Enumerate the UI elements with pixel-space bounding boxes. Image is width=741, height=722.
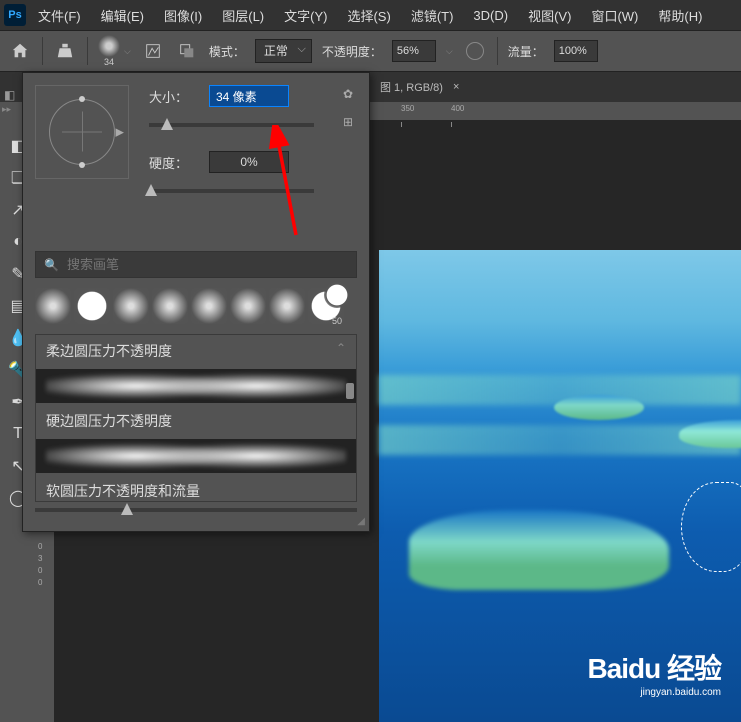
brush-dot-icon [98, 35, 120, 57]
mode-label: 模式： [209, 43, 245, 60]
opacity-input[interactable] [392, 40, 436, 62]
brush-preset[interactable] [152, 288, 188, 324]
hardness-slider[interactable] [149, 189, 314, 193]
document-tab[interactable]: 图 1, RGB/8) × [370, 73, 469, 101]
menu-select[interactable]: 选择(S) [339, 2, 398, 29]
thumbnail-size-slider[interactable] [35, 508, 357, 512]
chevron-down-icon[interactable]: ⌵ [124, 46, 131, 57]
watermark-url: jingyan.baidu.com [587, 687, 721, 698]
brush-preset[interactable] [269, 288, 305, 324]
menu-edit[interactable]: 编辑(E) [93, 2, 152, 29]
menu-filter[interactable]: 滤镜(T) [403, 2, 462, 29]
mode-select[interactable]: 正常 [255, 39, 312, 63]
menu-text[interactable]: 文字(Y) [276, 2, 335, 29]
watermark: Baidu 经验 jingyan.baidu.com [587, 647, 721, 698]
pressure-opacity-icon[interactable] [463, 39, 487, 63]
brush-preset[interactable] [191, 288, 227, 324]
divider [42, 37, 43, 65]
menu-layer[interactable]: 图层(L) [214, 2, 272, 29]
menu-view[interactable]: 视图(V) [520, 2, 579, 29]
home-icon[interactable] [8, 39, 32, 63]
brush-preset[interactable] [113, 288, 149, 324]
divider [497, 37, 498, 65]
menu-window[interactable]: 窗口(W) [583, 2, 646, 29]
menu-image[interactable]: 图像(I) [156, 2, 210, 29]
clone-source-icon[interactable] [175, 39, 199, 63]
menubar: Ps 文件(F) 编辑(E) 图像(I) 图层(L) 文字(Y) 选择(S) 滤… [0, 0, 741, 30]
brush-preset-50[interactable]: 50 [308, 288, 344, 324]
brush-search[interactable]: 🔍 [35, 251, 357, 278]
brush-preset[interactable] [74, 288, 110, 324]
canvas-image: Baidu 经验 jingyan.baidu.com [379, 250, 741, 722]
brush-preset[interactable] [35, 288, 71, 324]
resize-handle[interactable]: ◢ [357, 516, 365, 527]
flow-label: 流量： [508, 43, 544, 60]
size-slider[interactable] [149, 123, 314, 127]
menu-help[interactable]: 帮助(H) [650, 2, 710, 29]
doctab-label: 图 1, RGB/8) [380, 79, 443, 95]
brush-list[interactable]: 柔边圆压力不透明度 ⌃ 硬边圆压力不透明度 软圆压力不透明度和流量 [35, 334, 357, 502]
close-icon[interactable]: × [453, 81, 459, 93]
watermark-logo: Baidu 经验 [587, 647, 721, 687]
collapsed-panel-icons: ◧ [4, 88, 22, 106]
stroke-preview [36, 439, 356, 473]
brush-presets-row: 50 [35, 288, 357, 324]
gear-icon[interactable]: ✿ [339, 85, 357, 103]
chevron-up-icon[interactable]: ⌃ [336, 341, 346, 355]
optionsbar: 34 ⌵ 模式： 正常 不透明度： ⌵ 流量： [0, 30, 741, 72]
size-label: 大小： [149, 87, 191, 106]
brush-list-item[interactable]: 硬边圆压力不透明度 [36, 405, 356, 437]
brush-list-item[interactable]: 柔边圆压力不透明度 ⌃ [36, 335, 356, 367]
hardness-label: 硬度： [149, 153, 191, 172]
brush-panel-icon[interactable] [141, 39, 165, 63]
brush-angle-picker[interactable]: ▶ [35, 85, 129, 179]
search-input[interactable] [67, 257, 348, 272]
stroke-preview [36, 369, 356, 403]
search-icon: 🔍 [44, 258, 59, 272]
size-input[interactable] [209, 85, 289, 107]
chevron-down-icon[interactable]: ⌵ [446, 46, 453, 57]
hardness-input[interactable] [209, 151, 289, 173]
scrollbar[interactable] [346, 383, 354, 399]
new-preset-icon[interactable]: ⊞ [339, 113, 357, 131]
brush-size-label: 34 [104, 57, 114, 67]
island [554, 395, 644, 420]
flow-input[interactable] [554, 40, 598, 62]
opacity-label: 不透明度： [322, 43, 382, 60]
brush-picker-panel: ▶ 大小： 硬度： ✿ ⊞ 🔍 50 [22, 72, 370, 532]
menu-file[interactable]: 文件(F) [30, 2, 89, 29]
brush-preset-picker[interactable]: 34 [98, 35, 120, 67]
island [409, 510, 669, 590]
clone-stamp-icon[interactable] [53, 39, 77, 63]
panel-icon[interactable]: ◧ [4, 88, 22, 106]
selection-marquee [681, 482, 741, 572]
divider [87, 37, 88, 65]
menu-3d[interactable]: 3D(D) [465, 4, 516, 27]
brush-list-item[interactable]: 软圆压力不透明度和流量 [36, 475, 356, 502]
ps-logo: Ps [4, 4, 26, 26]
brush-preset[interactable] [230, 288, 266, 324]
